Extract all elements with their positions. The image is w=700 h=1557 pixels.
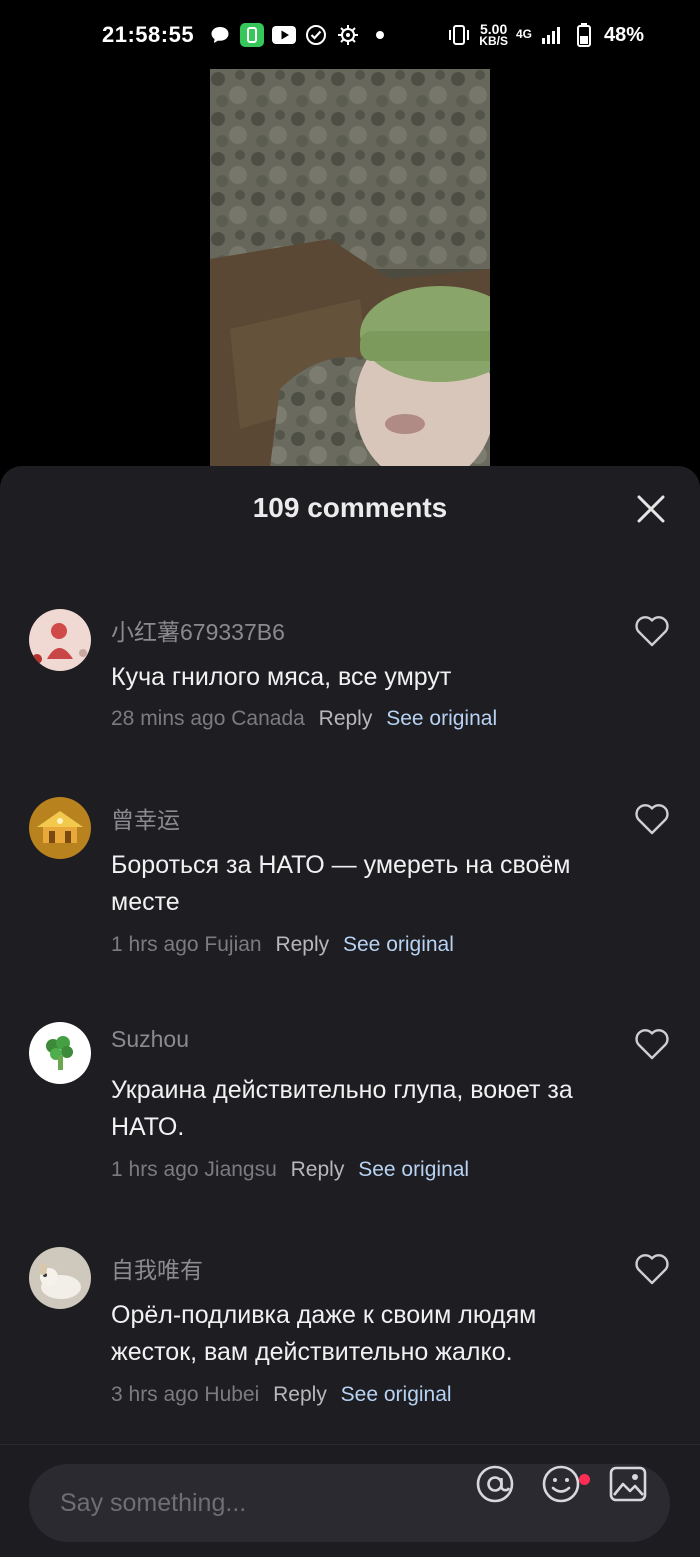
comment-time: 1 hrs ago: [111, 933, 199, 956]
comments-sheet-header: 109 comments: [0, 466, 700, 556]
status-bar-right: 5.00 KB/S 4G 48%: [447, 22, 644, 48]
comment-username[interactable]: 小红薯679337B6: [111, 613, 285, 647]
emoji-icon[interactable]: [541, 1464, 581, 1504]
heart-icon[interactable]: [634, 1027, 670, 1061]
check-circle-icon: [304, 23, 328, 47]
see-original-link[interactable]: See original: [358, 1158, 469, 1181]
comment-text: Орёл-подливка даже к своим людям жесток,…: [111, 1301, 537, 1366]
dot-icon: [368, 23, 392, 47]
heart-icon[interactable]: [634, 614, 670, 648]
comment-item: Suzhou Украина действительно глупа, воюе…: [0, 1022, 700, 1192]
comment-location: Jiangsu: [204, 1158, 277, 1181]
comments-count-title: 109 comments: [252, 492, 448, 523]
network-type: 4G: [515, 27, 532, 41]
reply-button[interactable]: Reply: [319, 707, 373, 730]
status-bar-left: 21:58:55: [102, 22, 392, 48]
comment-username[interactable]: Suzhou: [111, 1026, 189, 1053]
heart-icon[interactable]: [634, 1252, 670, 1286]
comment-input[interactable]: [58, 1482, 462, 1524]
net-speed-unit: KB/S: [479, 34, 508, 48]
close-icon[interactable]: [634, 492, 668, 526]
comment-time: 1 hrs ago: [111, 1158, 199, 1181]
mention-icon[interactable]: [475, 1464, 515, 1504]
comment-location: Fujian: [204, 933, 262, 956]
comment-username[interactable]: 曾幸运: [111, 801, 180, 835]
comment-item: 曾幸运 Бороться за НАТО — умереть на своём …: [0, 797, 700, 967]
avatar[interactable]: [29, 1247, 91, 1309]
chat-bubble-icon: [208, 23, 232, 47]
gear-bug-icon: [336, 23, 360, 47]
reply-button[interactable]: Reply: [291, 1158, 345, 1181]
avatar[interactable]: [29, 1022, 91, 1084]
comment-meta: 28 mins ago Canada Reply See original: [111, 707, 497, 731]
comment-meta: 3 hrs ago Hubei Reply See original: [111, 1383, 452, 1407]
comment-composer: [0, 1444, 700, 1557]
notification-dot: [579, 1474, 590, 1485]
video-preview[interactable]: [210, 69, 490, 467]
heart-icon[interactable]: [634, 802, 670, 836]
comment-text: Куча гнилого мяса, все умрут: [111, 663, 452, 691]
comment-item: 小红薯679337B6 Куча гнилого мяса, все умрут…: [0, 609, 700, 739]
comment-meta: 1 hrs ago Fujian Reply See original: [111, 933, 454, 957]
signal-icon: [540, 23, 564, 47]
comment-meta: 1 hrs ago Jiangsu Reply See original: [111, 1158, 469, 1182]
comment-text: Бороться за НАТО — умереть на своём мест…: [111, 851, 571, 916]
comment-item: 自我唯有 Орёл-подливка даже к своим людям же…: [0, 1247, 700, 1417]
avatar[interactable]: [29, 609, 91, 671]
battery-icon: [572, 23, 596, 47]
see-original-link[interactable]: See original: [341, 1383, 452, 1406]
battery-percent: 48%: [603, 23, 644, 46]
status-time: 21:58:55: [102, 22, 195, 47]
comment-username[interactable]: 自我唯有: [111, 1251, 203, 1285]
comments-sheet: 109 comments 小红薯679337B6 Куча гнилого мя…: [0, 466, 700, 1556]
video-frame: [210, 69, 490, 467]
comment-time: 3 hrs ago: [111, 1383, 199, 1406]
status-bar: 21:58:55 5.00 KB/S 4G 48%: [0, 0, 700, 70]
net-speed: 5.00 KB/S: [479, 22, 508, 48]
avatar[interactable]: [29, 797, 91, 859]
green-app-icon: [240, 23, 265, 47]
comment-text: Украина действительно глупа, воюет за НА…: [111, 1076, 573, 1141]
see-original-link[interactable]: See original: [386, 707, 497, 730]
youtube-icon: [272, 23, 297, 47]
comment-time: 28 mins ago: [111, 707, 226, 730]
image-icon[interactable]: [608, 1464, 648, 1504]
vibrate-icon: [447, 23, 471, 47]
reply-button[interactable]: Reply: [273, 1383, 327, 1406]
comment-location: Hubei: [204, 1383, 260, 1406]
see-original-link[interactable]: See original: [343, 933, 454, 956]
comment-location: Canada: [231, 707, 305, 730]
reply-button[interactable]: Reply: [275, 933, 329, 956]
